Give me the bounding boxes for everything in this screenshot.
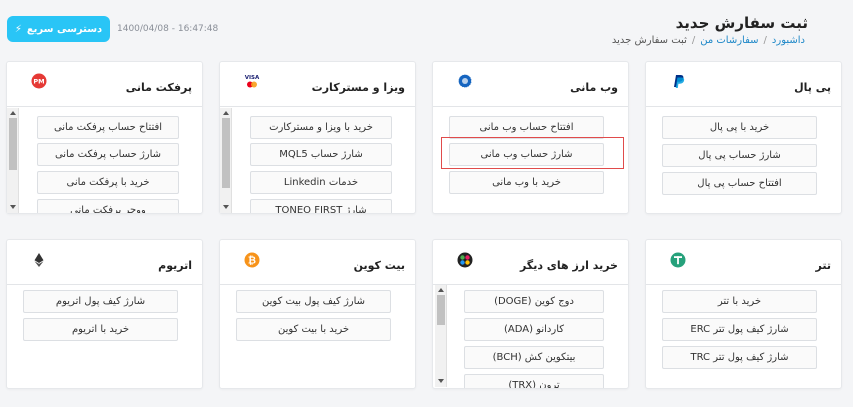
buy-bitcoin-button[interactable]: خرید با بیت کوین <box>236 318 391 341</box>
card-perfect-money: PM پرفکت مانی افتتاح حساب پرفکت مانی شار… <box>6 61 203 214</box>
crypto-icon <box>457 252 473 268</box>
scroll-down-arrow-icon[interactable] <box>438 379 444 383</box>
doge-button[interactable]: دوج کوین (DOGE) <box>464 290 604 313</box>
scroll-down-arrow-icon[interactable] <box>223 205 229 209</box>
breadcrumb-dashboard[interactable]: داشبورد <box>772 35 805 46</box>
card-title: ویزا و مسترکارت <box>311 81 405 94</box>
card-body: دوج کوین (DOGE) کاردانو (ADA) بیتکوین کش… <box>433 285 628 388</box>
card-title: تتر <box>815 259 831 272</box>
trx-button[interactable]: ترون (TRX) <box>464 374 604 388</box>
card-header: وب مانی <box>433 62 628 107</box>
breadcrumb-separator: / <box>691 35 696 46</box>
open-webmoney-account-button[interactable]: افتتاح حساب وب مانی <box>449 116 604 139</box>
linkedin-services-button[interactable]: خدمات Linkedin <box>250 171 392 194</box>
card-header: VISA ویزا و مسترکارت <box>220 62 415 107</box>
scroll-up-arrow-icon[interactable] <box>223 111 229 115</box>
card-header: خرید ارز های دیگر <box>433 240 628 285</box>
breadcrumb-separator: / <box>763 35 767 46</box>
open-perfect-money-account-button[interactable]: افتتاح حساب پرفکت مانی <box>37 116 179 139</box>
scrollbar-thumb[interactable] <box>222 118 230 188</box>
quick-access-button[interactable]: دسترسی سریع ⚡ <box>7 16 110 42</box>
svg-text:₿: ₿ <box>248 255 256 267</box>
card-body: خرید با پی پال شارژ حساب پی پال افتتاح ح… <box>646 108 841 213</box>
scrollbar[interactable] <box>435 285 447 387</box>
charge-mql5-button[interactable]: شارژ حساب MQL5 <box>250 143 392 166</box>
scrollbar[interactable] <box>7 108 19 213</box>
card-header: پی پال <box>646 62 841 107</box>
card-body: افتتاح حساب پرفکت مانی شارژ حساب پرفکت م… <box>7 108 202 213</box>
buy-ethereum-button[interactable]: خرید با اتریوم <box>23 318 178 341</box>
card-title: وب مانی <box>570 81 618 94</box>
card-body: خرید با ویزا و مسترکارت شارژ حساب MQL5 خ… <box>220 108 415 213</box>
charge-perfect-money-button[interactable]: شارژ حساب پرفکت مانی <box>37 143 179 166</box>
card-other-crypto: خرید ارز های دیگر دوج کوین (DOGE) کاردان… <box>432 239 629 389</box>
webmoney-icon <box>458 74 472 88</box>
buy-webmoney-button[interactable]: خرید با وب مانی <box>449 171 604 194</box>
datetime-display: 1400/04/08 - 16:47:48 <box>117 24 219 34</box>
charge-ethereum-wallet-button[interactable]: شارژ کیف پول اتریوم <box>23 290 178 313</box>
card-header: تتر <box>646 240 841 285</box>
highlight-box <box>441 137 624 169</box>
charge-toneo-first-button[interactable]: شارژ TONEO FIRST <box>250 199 392 213</box>
charge-tether-erc-button[interactable]: شارژ کیف پول تتر ERC <box>662 318 817 341</box>
ada-button[interactable]: کاردانو (ADA) <box>464 318 604 341</box>
visa-mastercard-icon: VISA <box>245 75 260 88</box>
paypal-icon <box>674 75 685 88</box>
card-header: ₿ بیت کوین <box>220 240 415 285</box>
svg-text:PM: PM <box>33 78 44 86</box>
svg-text:VISA: VISA <box>245 75 260 81</box>
perfect-money-voucher-button[interactable]: ووچر پرفکت مانی <box>37 199 179 213</box>
scroll-up-arrow-icon[interactable] <box>438 288 444 292</box>
scroll-down-arrow-icon[interactable] <box>10 205 16 209</box>
card-header: PM پرفکت مانی <box>7 62 202 107</box>
buy-perfect-money-button[interactable]: خرید با پرفکت مانی <box>37 171 179 194</box>
bch-button[interactable]: بیتکوین کش (BCH) <box>464 346 604 369</box>
breadcrumb-current: ثبت سفارش جدید <box>611 35 687 46</box>
card-title: پی پال <box>794 81 831 94</box>
scrollbar[interactable] <box>220 108 232 213</box>
card-title: خرید ارز های دیگر <box>519 259 618 272</box>
scroll-up-arrow-icon[interactable] <box>10 111 16 115</box>
charge-tether-trc-button[interactable]: شارژ کیف پول تتر TRC <box>662 346 817 369</box>
card-tether: تتر خرید با تتر شارژ کیف پول تتر ERC شار… <box>645 239 842 389</box>
card-body: شارژ کیف پول اتریوم خرید با اتریوم <box>7 285 202 388</box>
breadcrumb-my-orders[interactable]: سفارشات من <box>700 35 758 46</box>
card-bitcoin: ₿ بیت کوین شارژ کیف پول بیت کوین خرید با… <box>219 239 416 389</box>
card-title: پرفکت مانی <box>125 81 192 94</box>
card-body: خرید با تتر شارژ کیف پول تتر ERC شارژ کی… <box>646 285 841 388</box>
breadcrumb: داشبورد / سفارشات من / ثبت سفارش جدید <box>612 35 805 46</box>
quick-access-label: دسترسی سریع <box>26 23 103 35</box>
card-title: بیت کوین <box>353 259 405 272</box>
perfect-money-icon: PM <box>31 73 47 89</box>
buy-tether-button[interactable]: خرید با تتر <box>662 290 817 313</box>
card-title: اتریوم <box>158 259 192 272</box>
lightning-icon: ⚡ <box>14 23 22 35</box>
page-title: ثبت سفارش جدید <box>675 14 808 32</box>
scrollbar-thumb[interactable] <box>9 118 17 170</box>
bitcoin-icon: ₿ <box>244 252 260 268</box>
ethereum-icon <box>34 253 44 267</box>
charge-bitcoin-wallet-button[interactable]: شارژ کیف پول بیت کوین <box>236 290 391 313</box>
card-header: اتریوم <box>7 240 202 285</box>
card-visa-mastercard: VISA ویزا و مسترکارت خرید با ویزا و مستر… <box>219 61 416 214</box>
open-paypal-account-button[interactable]: افتتاح حساب پی پال <box>662 172 817 195</box>
buy-visa-mastercard-button[interactable]: خرید با ویزا و مسترکارت <box>250 116 392 139</box>
scrollbar-thumb[interactable] <box>437 295 445 325</box>
buy-paypal-button[interactable]: خرید با پی پال <box>662 116 817 139</box>
card-ethereum: اتریوم شارژ کیف پول اتریوم خرید با اتریو… <box>6 239 203 389</box>
card-body: شارژ کیف پول بیت کوین خرید با بیت کوین <box>220 285 415 388</box>
card-paypal: پی پال خرید با پی پال شارژ حساب پی پال ا… <box>645 61 842 214</box>
charge-paypal-button[interactable]: شارژ حساب پی پال <box>662 144 817 167</box>
tether-icon <box>670 252 686 268</box>
